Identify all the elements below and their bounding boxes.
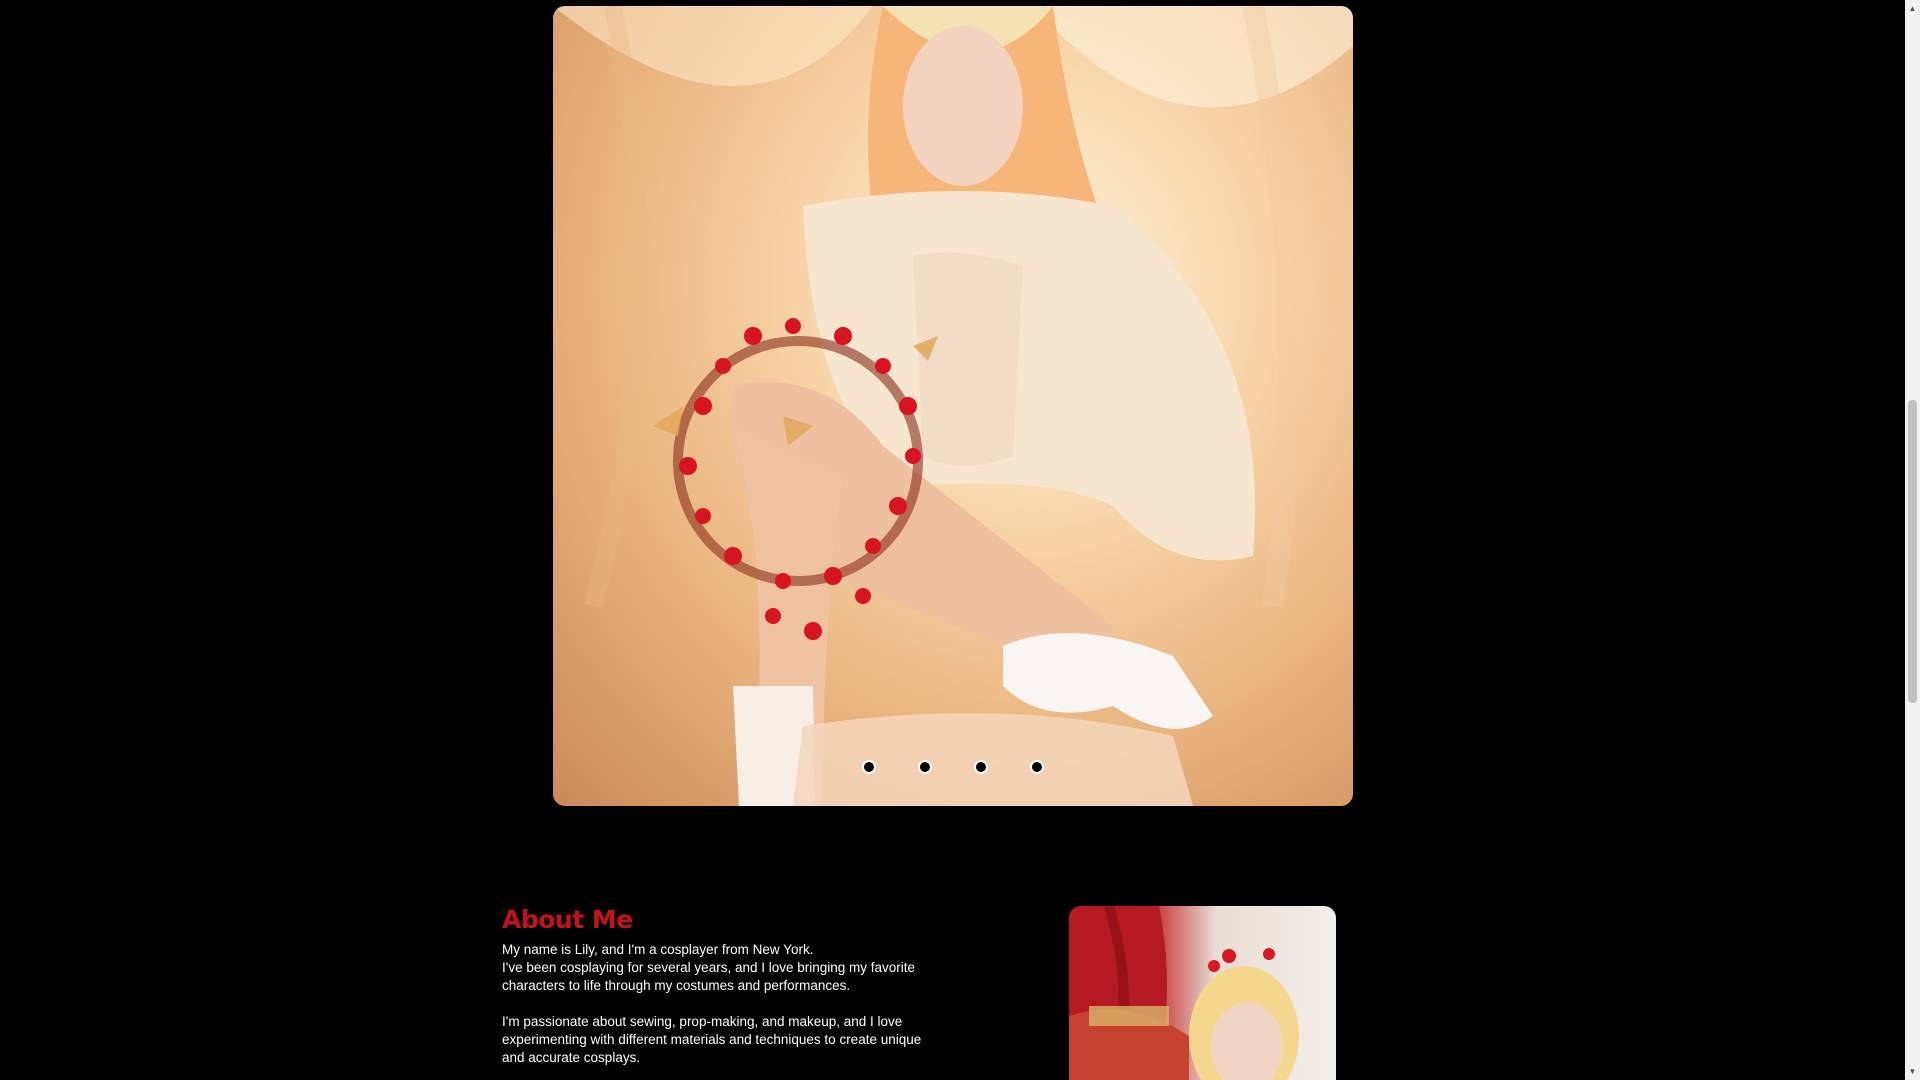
- carousel-dots: [553, 760, 1353, 774]
- about-title: About Me: [502, 905, 633, 934]
- about-text: My name is Lily, and I'm a cosplayer fro…: [502, 941, 922, 1067]
- carousel-dot-3[interactable]: [974, 760, 988, 774]
- vertical-scrollbar[interactable]: ▲ ▼: [1905, 0, 1920, 1080]
- profile-photo: [1069, 906, 1336, 1080]
- carousel-dot-1[interactable]: [862, 760, 876, 774]
- carousel-dot-4[interactable]: [1030, 760, 1044, 774]
- chevron-up-icon[interactable]: ▲: [1905, 0, 1920, 17]
- about-paragraph-1: My name is Lily, and I'm a cosplayer fro…: [502, 942, 916, 993]
- carousel-dot-2[interactable]: [918, 760, 932, 774]
- cosplay-photo: [553, 6, 1353, 806]
- profile-photo-image: [1069, 906, 1299, 1080]
- hero-carousel[interactable]: [553, 6, 1353, 806]
- page: About Me My name is Lily, and I'm a cosp…: [0, 0, 1905, 1080]
- scrollbar-thumb[interactable]: [1908, 400, 1917, 703]
- about-paragraph-2: I'm passionate about sewing, prop-making…: [502, 1014, 922, 1065]
- about-section: About Me My name is Lily, and I'm a cosp…: [502, 905, 922, 1080]
- chevron-down-icon[interactable]: ▼: [1905, 1063, 1920, 1080]
